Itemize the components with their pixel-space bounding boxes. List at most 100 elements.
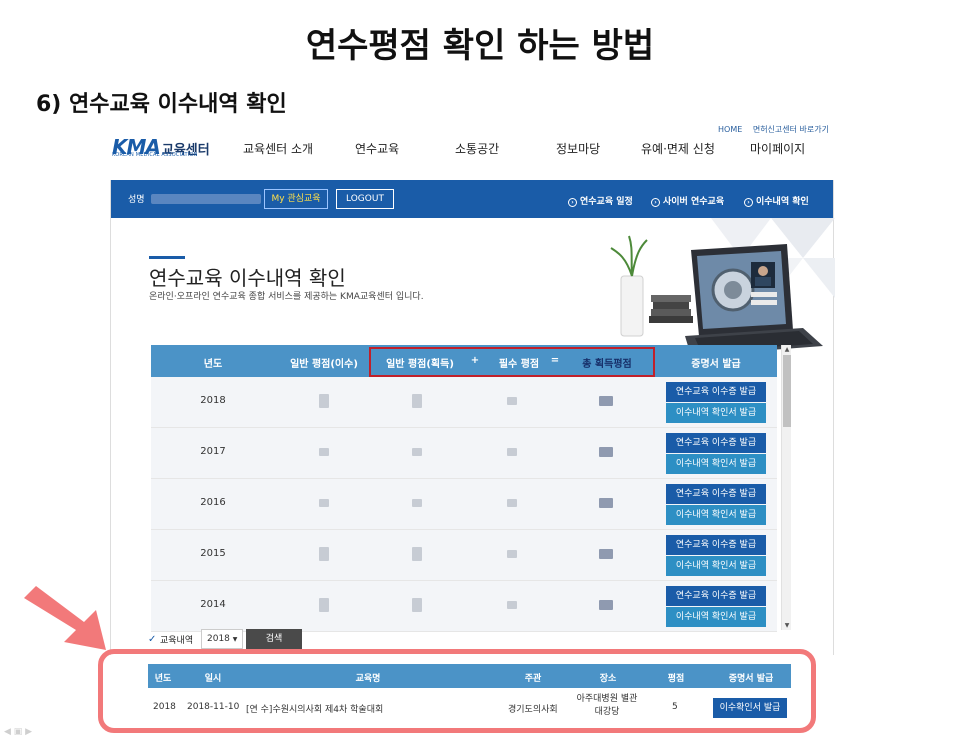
issue-confirmation-button[interactable]: 이수확인서 발급 <box>713 698 787 718</box>
redacted-value <box>412 499 422 507</box>
redacted-value <box>599 549 613 559</box>
redacted-value <box>507 601 517 609</box>
redacted-value <box>412 448 422 456</box>
issue-certificate-button[interactable]: 연수교육 이수증 발급 <box>666 382 766 402</box>
row-year: 2014 <box>200 599 226 610</box>
name-value-redacted <box>151 194 261 204</box>
redacted-value <box>412 394 422 408</box>
quick-link-history[interactable]: › 이수내역 확인 <box>744 194 809 207</box>
year-select[interactable]: 2018 ▼ <box>201 629 243 649</box>
page-heading: 연수교육 이수내역 확인 <box>149 266 346 290</box>
issue-confirmation-button[interactable]: 이수내역 확인서 발급 <box>666 403 766 423</box>
summary-table-header: 년도 일반 평점(이수) 일반 평점(획득) + 필수 평점 = 총 획득평점 … <box>151 345 777 377</box>
issue-certificate-button[interactable]: 연수교육 이수증 발급 <box>666 535 766 555</box>
row-year: 2015 <box>200 548 226 559</box>
cell-host: 경기도의사회 <box>508 705 558 715</box>
slide-subtitle: 6) 연수교육 이수내역 확인 <box>36 92 287 117</box>
table-row: 2017 연수교육 이수증 발급 이수내역 확인서 발급 <box>151 428 777 479</box>
redacted-value <box>507 499 517 507</box>
page-description: 온라인·오프라인 연수교육 종합 서비스를 제공하는 KMA교육센터 입니다. <box>149 292 424 302</box>
check-icon: ✓ <box>148 634 157 645</box>
redacted-value <box>599 498 613 508</box>
th-certificate: 증명서 발급 <box>691 359 741 370</box>
issue-certificate-button[interactable]: 연수교육 이수증 발급 <box>666 586 766 606</box>
name-label: 성명 <box>128 195 145 205</box>
chevron-right-icon: › <box>744 198 753 207</box>
redacted-value <box>507 397 517 405</box>
table-row: 2016 연수교육 이수증 발급 이수내역 확인서 발급 <box>151 479 777 530</box>
th-year: 년도 <box>154 674 172 684</box>
row-year: 2016 <box>200 497 226 508</box>
table-row: 2018 연수교육 이수증 발급 이수내역 확인서 발급 <box>151 377 777 428</box>
kma-logo[interactable]: KMA 교육센터 KOREAN MEDICAL ASSOCIATION <box>112 135 217 159</box>
nav-community[interactable]: 소통공간 <box>455 140 499 157</box>
redacted-value <box>599 447 613 457</box>
redacted-value <box>319 547 329 561</box>
chevron-right-icon: › <box>651 198 660 207</box>
issue-confirmation-button[interactable]: 이수내역 확인서 발급 <box>666 607 766 627</box>
redacted-value <box>319 448 329 456</box>
heading-accent <box>149 256 185 259</box>
redacted-value <box>319 394 329 408</box>
home-link[interactable]: HOME <box>718 125 742 134</box>
th-date: 일시 <box>204 674 222 684</box>
table-row: 2014 연수교육 이수증 발급 이수내역 확인서 발급 <box>151 581 777 632</box>
dropdown-icon: ▼ <box>232 636 238 643</box>
issue-confirmation-button[interactable]: 이수내역 확인서 발급 <box>666 556 766 576</box>
cell-course[interactable]: [연 수]수원시의사회 제4차 학술대회 <box>246 702 383 715</box>
table-row: 2015 연수교육 이수증 발급 이수내역 확인서 발급 <box>151 530 777 581</box>
chevron-right-icon: › <box>568 198 577 207</box>
top-links: HOME 면허신고센터 바로가기 <box>718 124 837 135</box>
th-host: 주관 <box>524 674 542 684</box>
license-center-link[interactable]: 면허신고센터 바로가기 <box>753 125 829 134</box>
redacted-value <box>412 547 422 561</box>
row-year: 2018 <box>200 395 226 406</box>
quick-link-schedule[interactable]: › 연수교육 일정 <box>568 194 633 207</box>
scroll-down-icon[interactable]: ▼ <box>782 622 792 629</box>
redacted-value <box>319 499 329 507</box>
my-interest-button[interactable]: My 관심교육 <box>264 189 328 209</box>
logout-button[interactable]: LOGOUT <box>336 189 394 209</box>
search-label: 교육내역 <box>160 636 194 646</box>
content-frame: 성명 My 관심교육 LOGOUT › 연수교육 일정 › 사이버 연수교육 › 이수… <box>110 180 835 655</box>
th-year: 년도 <box>203 359 223 370</box>
th-place: 장소 <box>599 674 617 684</box>
th-general-completed: 일반 평점(이수) <box>290 359 358 370</box>
scroll-thumb[interactable] <box>783 355 791 427</box>
th-score: 평점 <box>667 674 685 684</box>
cell-score: 5 <box>672 702 678 712</box>
quick-link-cyber[interactable]: › 사이버 연수교육 <box>651 194 724 207</box>
search-button[interactable]: 검색 <box>246 629 302 649</box>
redacted-value <box>507 448 517 456</box>
row-year: 2017 <box>200 446 226 457</box>
redacted-value <box>412 598 422 612</box>
issue-certificate-button[interactable]: 연수교육 이수증 발급 <box>666 433 766 453</box>
redacted-value <box>319 598 329 612</box>
redacted-value <box>507 550 517 558</box>
issue-confirmation-button[interactable]: 이수내역 확인서 발급 <box>666 454 766 474</box>
scroll-up-icon[interactable]: ▲ <box>782 346 792 353</box>
laptop-security-illustration <box>610 218 835 356</box>
pointer-arrow-icon <box>24 586 106 650</box>
nav-info[interactable]: 정보마당 <box>556 140 600 157</box>
history-table-header: 년도 일시 교육명 주관 장소 평점 증명서 발급 <box>148 664 791 688</box>
user-bar: 성명 My 관심교육 LOGOUT › 연수교육 일정 › 사이버 연수교육 › 이수… <box>111 180 833 218</box>
slide-controls[interactable]: ◀ ▣ ▶ <box>4 727 32 737</box>
cell-date: 2018-11-10 <box>187 702 240 712</box>
cell-year: 2018 <box>153 702 176 712</box>
table-scrollbar[interactable]: ▲ ▼ <box>781 345 791 630</box>
th-certificate: 증명서 발급 <box>728 674 774 684</box>
redacted-value <box>599 396 613 406</box>
redacted-value <box>599 600 613 610</box>
nav-deferral[interactable]: 유예·면제 신청 <box>641 140 715 157</box>
highlight-box <box>369 347 655 377</box>
issue-certificate-button[interactable]: 연수교육 이수증 발급 <box>666 484 766 504</box>
cell-place: 아주대병원 별관 대강당 <box>576 694 638 717</box>
nav-about[interactable]: 교육센터 소개 <box>243 140 313 157</box>
nav-training[interactable]: 연수교육 <box>355 140 399 157</box>
th-course: 교육명 <box>355 674 381 684</box>
nav-mypage[interactable]: 마이페이지 <box>750 140 805 157</box>
logo-subtext: KOREAN MEDICAL ASSOCIATION <box>112 152 198 158</box>
slide-title: 연수평점 확인 하는 방법 <box>305 26 655 66</box>
issue-confirmation-button[interactable]: 이수내역 확인서 발급 <box>666 505 766 525</box>
